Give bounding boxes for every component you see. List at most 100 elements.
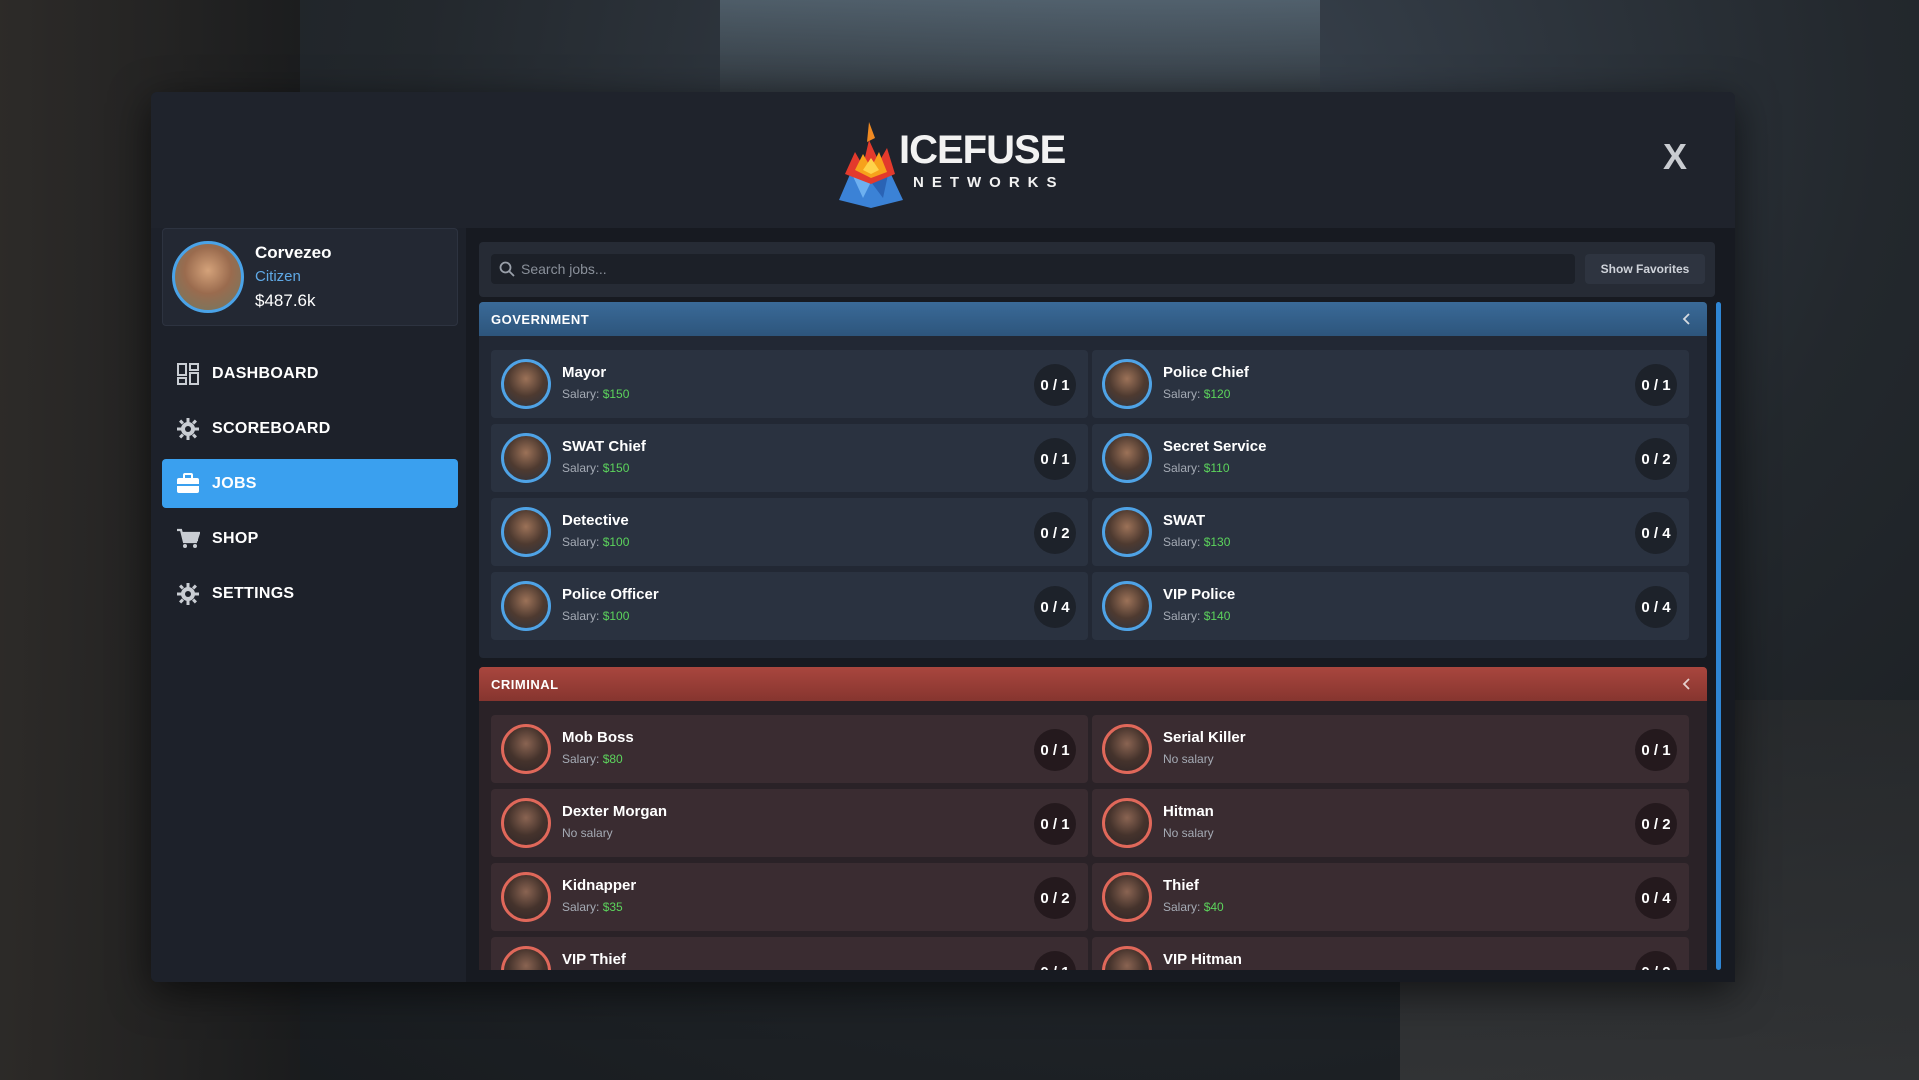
job-card[interactable]: Hitman No salary 0 / 2 bbox=[1092, 789, 1689, 857]
job-salary: Salary: $35 bbox=[562, 900, 623, 914]
job-salary: Salary: $80 bbox=[562, 752, 623, 766]
job-salary-amount: $120 bbox=[1203, 387, 1231, 401]
criminal-title: CRIMINAL bbox=[491, 676, 559, 692]
job-slots: 0 / 4 bbox=[1635, 512, 1677, 554]
job-salary-amount: $100 bbox=[602, 609, 630, 623]
job-name: Mob Boss bbox=[562, 729, 634, 746]
job-salary: No salary bbox=[562, 826, 613, 840]
job-salary: Salary: $130 bbox=[1163, 535, 1230, 549]
cart-icon bbox=[176, 527, 200, 551]
job-salary: Salary: $40 bbox=[1163, 900, 1224, 914]
job-name: VIP Police bbox=[1163, 586, 1236, 603]
nav-dashboard-label: DASHBOARD bbox=[212, 364, 319, 382]
job-salary-amount: $150 bbox=[602, 387, 630, 401]
player-name: Corvezeo bbox=[255, 243, 332, 262]
job-name: Serial Killer bbox=[1163, 729, 1246, 746]
job-name: Kidnapper bbox=[562, 877, 637, 894]
job-name: Police Chief bbox=[1163, 364, 1249, 381]
job-salary: Salary: $100 bbox=[562, 535, 629, 549]
job-slots: 0 / 1 bbox=[1635, 364, 1677, 406]
job-card[interactable]: Secret Service Salary: $110 0 / 2 bbox=[1092, 424, 1689, 492]
job-card[interactable]: Kidnapper Salary: $35 0 / 2 bbox=[491, 863, 1088, 931]
job-salary-label: Salary: bbox=[562, 461, 603, 475]
job-salary-label: Salary: bbox=[1163, 387, 1204, 401]
gear-icon bbox=[176, 582, 200, 606]
job-card[interactable]: SWAT Salary: $130 0 / 4 bbox=[1092, 498, 1689, 566]
nav-scoreboard[interactable]: SCOREBOARD bbox=[162, 404, 458, 453]
job-slots: 0 / 1 bbox=[1034, 803, 1076, 845]
job-salary-label: Salary: bbox=[562, 900, 603, 914]
job-salary-label: Salary: bbox=[562, 752, 603, 766]
job-avatar bbox=[1102, 946, 1152, 970]
job-slots: 0 / 4 bbox=[1635, 877, 1677, 919]
job-card[interactable]: SWAT Chief Salary: $150 0 / 1 bbox=[491, 424, 1088, 492]
job-slots: 0 / 2 bbox=[1034, 877, 1076, 919]
job-slots: 0 / 1 bbox=[1034, 364, 1076, 406]
job-avatar bbox=[501, 946, 551, 970]
job-salary-amount: $40 bbox=[1203, 900, 1224, 914]
job-card[interactable]: Dexter Morgan No salary 0 / 1 bbox=[491, 789, 1088, 857]
job-card[interactable]: VIP Thief 0 / 1 bbox=[491, 937, 1088, 970]
job-salary-label: Salary: bbox=[1163, 609, 1204, 623]
player-money: $487.6k bbox=[255, 291, 316, 310]
job-salary-amount: $150 bbox=[602, 461, 630, 475]
job-salary-amount: $110 bbox=[1203, 461, 1230, 475]
job-avatar bbox=[501, 581, 551, 631]
job-salary-label: Salary: bbox=[562, 609, 603, 623]
government-title: GOVERNMENT bbox=[491, 311, 590, 327]
job-salary: Salary: $150 bbox=[562, 387, 629, 401]
job-name: VIP Thief bbox=[562, 951, 626, 968]
chevron-left-icon bbox=[1682, 678, 1690, 690]
dashboard-icon bbox=[176, 362, 200, 386]
job-avatar bbox=[501, 798, 551, 848]
nav-settings[interactable]: SETTINGS bbox=[162, 569, 458, 618]
job-salary-label: Salary: bbox=[1163, 535, 1204, 549]
government-header[interactable]: GOVERNMENT bbox=[479, 302, 1707, 336]
job-salary-label: Salary: bbox=[562, 535, 603, 549]
job-avatar bbox=[1102, 798, 1152, 848]
job-salary-label: No salary bbox=[562, 826, 613, 840]
nav-settings-label: SETTINGS bbox=[212, 584, 295, 602]
job-name: SWAT bbox=[1163, 512, 1206, 529]
job-avatar bbox=[1102, 872, 1152, 922]
nav-jobs[interactable]: JOBS bbox=[162, 459, 458, 508]
job-name: Hitman bbox=[1163, 803, 1214, 820]
job-avatar bbox=[1102, 724, 1152, 774]
job-avatar bbox=[501, 433, 551, 483]
job-card[interactable]: VIP Hitman 0 / 2 bbox=[1092, 937, 1689, 970]
job-card[interactable]: Thief Salary: $40 0 / 4 bbox=[1092, 863, 1689, 931]
job-avatar bbox=[501, 872, 551, 922]
job-card[interactable]: VIP Police Salary: $140 0 / 4 bbox=[1092, 572, 1689, 640]
job-slots: 0 / 4 bbox=[1034, 586, 1076, 628]
criminal-header[interactable]: CRIMINAL bbox=[479, 667, 1707, 701]
job-salary-amount: $35 bbox=[602, 900, 623, 914]
job-avatar bbox=[501, 507, 551, 557]
nav-dashboard[interactable]: DASHBOARD bbox=[162, 349, 458, 398]
avatar bbox=[172, 241, 244, 313]
job-avatar bbox=[1102, 433, 1152, 483]
job-card[interactable]: Mob Boss Salary: $80 0 / 1 bbox=[491, 715, 1088, 783]
nav-shop-label: SHOP bbox=[212, 529, 259, 547]
job-salary: Salary: $110 bbox=[1163, 461, 1230, 475]
job-name: Secret Service bbox=[1163, 438, 1267, 455]
job-avatar bbox=[501, 359, 551, 409]
job-salary-label: No salary bbox=[1163, 752, 1214, 766]
nav-shop[interactable]: SHOP bbox=[162, 514, 458, 563]
job-card[interactable]: Detective Salary: $100 0 / 2 bbox=[491, 498, 1088, 566]
job-card[interactable]: Mayor Salary: $150 0 / 1 bbox=[491, 350, 1088, 418]
job-card[interactable]: Serial Killer No salary 0 / 1 bbox=[1092, 715, 1689, 783]
job-salary-amount: $130 bbox=[1203, 535, 1231, 549]
job-slots: 0 / 2 bbox=[1034, 512, 1076, 554]
criminal-section: CRIMINAL Mob Boss Salary: $80 0 / 1 Serial … bbox=[479, 667, 1707, 970]
gear-icon bbox=[176, 417, 200, 441]
job-salary: No salary bbox=[1163, 752, 1214, 766]
job-salary: Salary: $120 bbox=[1163, 387, 1230, 401]
job-salary-label: No salary bbox=[1163, 826, 1214, 840]
job-card[interactable]: Police Officer Salary: $100 0 / 4 bbox=[491, 572, 1088, 640]
job-name: Police Officer bbox=[562, 586, 659, 603]
job-card[interactable]: Police Chief Salary: $120 0 / 1 bbox=[1092, 350, 1689, 418]
government-section: GOVERNMENT Mayor Salary: $150 0 / 1 Police … bbox=[479, 302, 1707, 658]
job-slots: 0 / 2 bbox=[1635, 803, 1677, 845]
job-name: Detective bbox=[562, 512, 629, 529]
scrollbar[interactable] bbox=[1716, 302, 1721, 970]
